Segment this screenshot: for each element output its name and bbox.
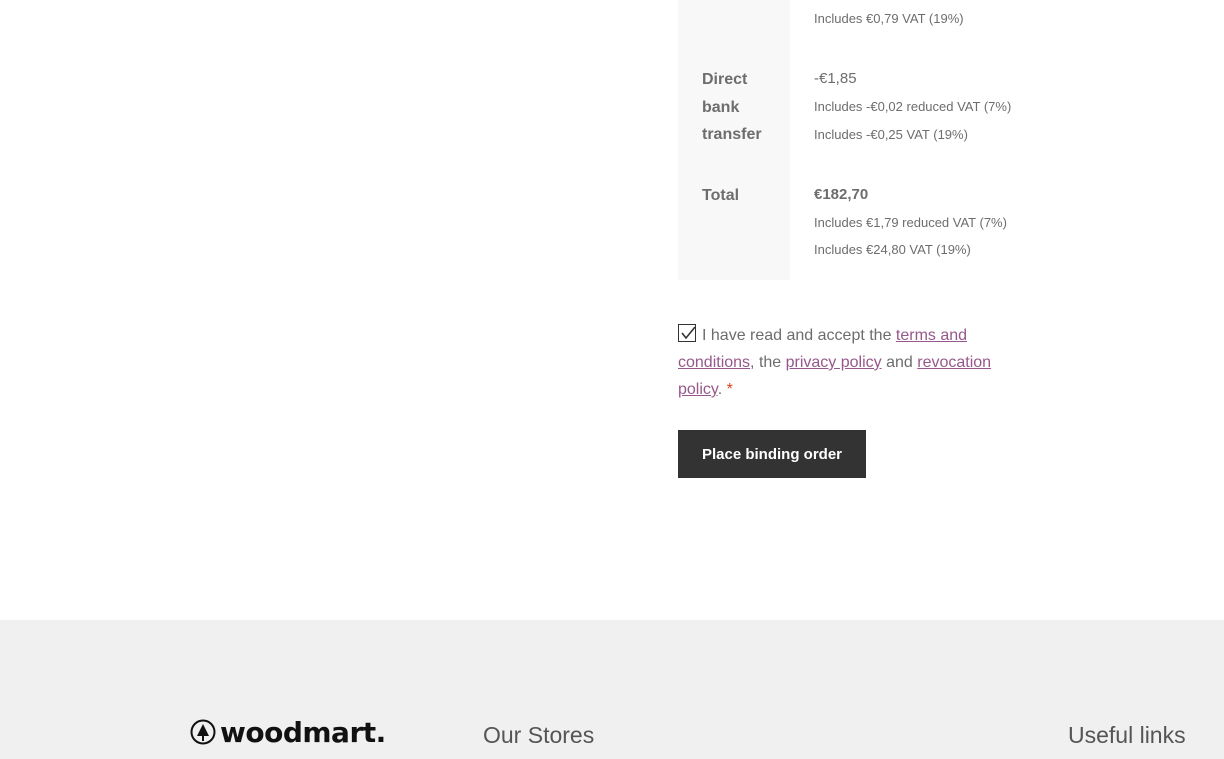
total-label: Total bbox=[702, 187, 740, 204]
place-order-button[interactable]: Place binding order bbox=[678, 430, 866, 478]
footer-our-stores-heading: Our Stores bbox=[483, 722, 595, 748]
logo-wordmark: woodmart. bbox=[220, 715, 386, 749]
shipping-vat-note: Includes €0,79 VAT (19%) bbox=[814, 11, 964, 26]
tree-logo-icon bbox=[190, 719, 216, 745]
payment-method-value: -€1,85 bbox=[814, 70, 857, 87]
privacy-policy-link[interactable]: privacy policy bbox=[786, 354, 882, 371]
payment-reduced-vat-note: Includes -€0,02 reduced VAT (7%) bbox=[814, 99, 1012, 114]
site-footer bbox=[0, 620, 1224, 759]
payment-vat-note: Includes -€0,25 VAT (19%) bbox=[814, 127, 968, 142]
terms-middle-2: and bbox=[881, 354, 918, 371]
terms-suffix: . bbox=[717, 381, 727, 398]
footer-useful-links-heading: Useful links bbox=[1068, 722, 1186, 748]
terms-middle-1: , the bbox=[750, 354, 786, 371]
total-vat-note: Includes €24,80 VAT (19%) bbox=[814, 242, 971, 257]
required-asterisk: * bbox=[726, 381, 733, 398]
terms-acceptance-text: I have read and accept the terms and con… bbox=[678, 322, 1008, 403]
total-reduced-vat-note: Includes €1,79 reduced VAT (7%) bbox=[814, 215, 1007, 230]
terms-prefix: I have read and accept the bbox=[702, 327, 896, 344]
order-totals-table: Includes €0,79 VAT (19%) Direct bank tra… bbox=[678, 0, 1038, 280]
payment-method-label: Direct bank transfer bbox=[702, 71, 762, 143]
footer-logo[interactable]: woodmart. bbox=[190, 715, 386, 749]
total-value: €182,70 bbox=[814, 186, 869, 203]
